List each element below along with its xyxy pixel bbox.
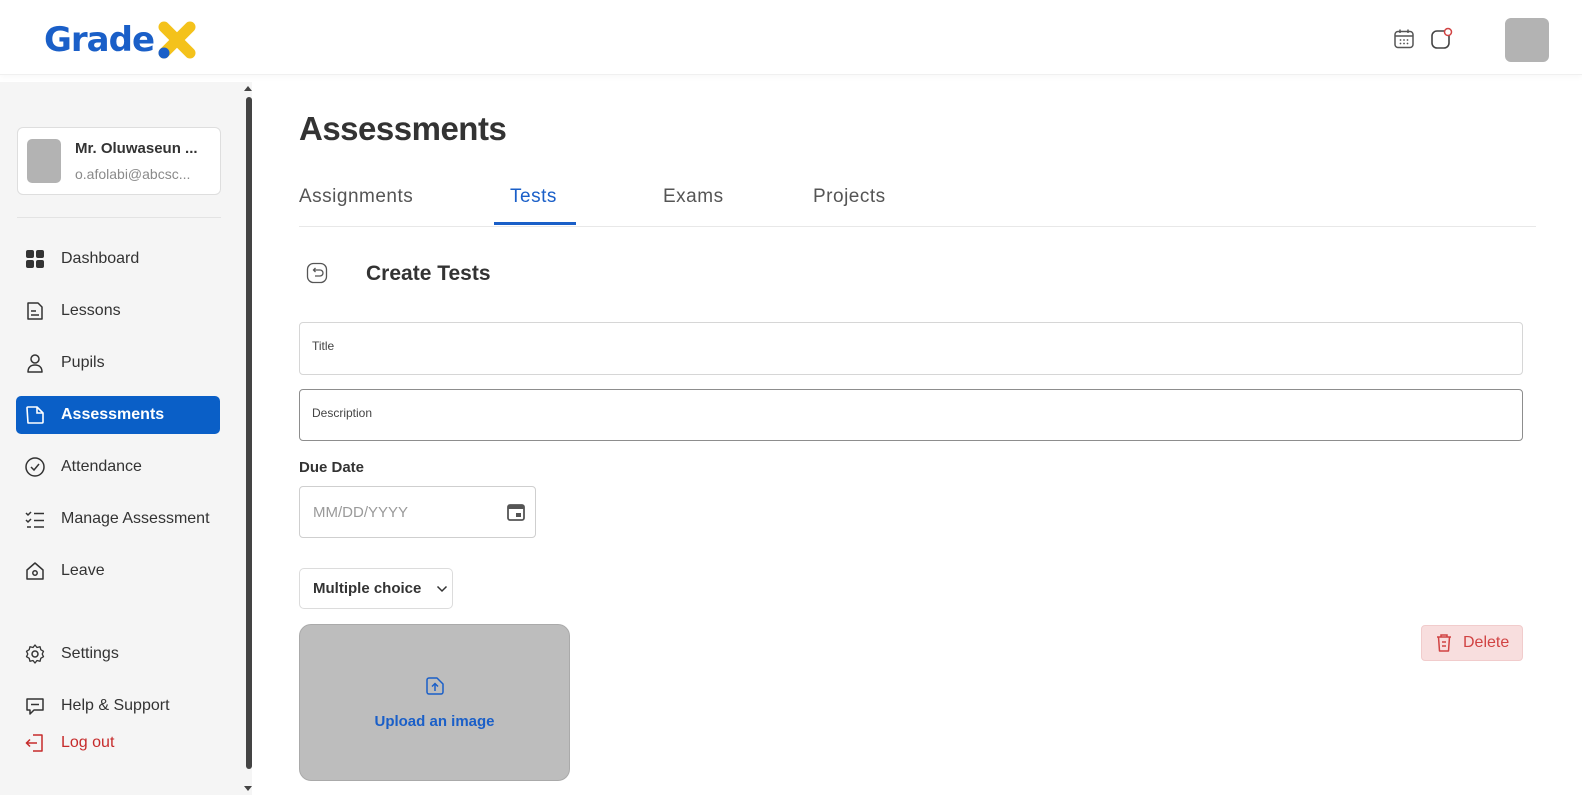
sidebar-item-label: Manage Assessment [61, 510, 210, 527]
notification-icon[interactable] [1429, 27, 1453, 51]
assessment-icon [24, 404, 46, 426]
upload-image-area[interactable]: Upload an image [299, 624, 570, 781]
logo-x-icon [158, 21, 196, 59]
sidebar-item-label: Pupils [61, 354, 105, 371]
sidebar-item-label: Assessments [61, 406, 165, 423]
page-title: Assessments [299, 110, 507, 147]
delete-button[interactable]: Delete [1421, 625, 1523, 661]
tab-assignments[interactable]: Assignments [299, 186, 413, 208]
sidebar-item-logout[interactable]: Log out [16, 724, 220, 762]
user-icon [24, 352, 46, 374]
due-date-input[interactable]: MM/DD/YYYY [299, 486, 536, 538]
top-bar: Grade [0, 0, 1582, 75]
delete-label: Delete [1463, 634, 1510, 651]
scroll-up-arrow[interactable] [244, 86, 252, 91]
due-date-label: Due Date [299, 459, 365, 476]
sidebar-item-manage-assessment[interactable]: Manage Assessment [16, 500, 220, 538]
active-tab-indicator [494, 222, 576, 225]
sidebar-item-assessments[interactable]: Assessments [16, 396, 220, 434]
due-date-placeholder: MM/DD/YYYY [313, 504, 409, 521]
section-title: Create Tests [366, 262, 491, 285]
trash-icon [1437, 634, 1451, 652]
profile-email: o.afolabi@abcsc... [75, 166, 191, 182]
grid-icon [24, 248, 46, 270]
document-icon [24, 300, 46, 322]
sidebar-item-label: Leave [61, 562, 105, 579]
question-type-select[interactable]: Multiple choice [299, 568, 453, 609]
calendar-icon[interactable] [1392, 27, 1416, 51]
user-avatar[interactable] [1505, 18, 1549, 62]
sidebar-item-pupils[interactable]: Pupils [16, 344, 220, 382]
assessment-tabs: Assignments Tests Exams Projects [299, 178, 1536, 227]
scroll-down-arrow[interactable] [244, 786, 252, 791]
title-input[interactable]: Title [299, 322, 1523, 375]
title-field-label: Title [312, 339, 335, 353]
sidebar-item-dashboard[interactable]: Dashboard [16, 240, 220, 278]
sidebar-scrollbar[interactable] [246, 97, 252, 769]
gear-icon [24, 643, 46, 665]
sidebar-divider [17, 217, 221, 218]
chat-icon [24, 695, 46, 717]
checklist-icon [24, 508, 46, 530]
logo-text: Grade [44, 20, 155, 60]
description-input[interactable]: Description [299, 389, 1523, 441]
tab-tests[interactable]: Tests [510, 186, 557, 208]
calendar-picker-icon[interactable] [506, 502, 526, 522]
check-circle-icon [24, 456, 46, 478]
sidebar-item-label: Log out [61, 734, 115, 751]
sidebar-item-label: Dashboard [61, 250, 140, 267]
sidebar-item-label: Settings [61, 645, 119, 662]
sidebar-item-leave[interactable]: Leave [16, 552, 220, 590]
profile-avatar [27, 139, 61, 183]
chevron-down-icon [436, 585, 448, 593]
question-type-value: Multiple choice [313, 580, 422, 597]
gradex-logo[interactable]: Grade [44, 20, 198, 60]
profile-card[interactable]: Mr. Oluwaseun ... o.afolabi@abcsc... [17, 127, 221, 195]
tab-projects[interactable]: Projects [813, 186, 886, 208]
upload-icon [426, 677, 444, 695]
home-icon [24, 560, 46, 582]
upload-label: Upload an image [374, 713, 495, 730]
sidebar-item-settings[interactable]: Settings [16, 635, 220, 673]
profile-name: Mr. Oluwaseun ... [75, 140, 198, 157]
sidebar-item-lessons[interactable]: Lessons [16, 292, 220, 330]
back-icon[interactable] [306, 262, 328, 284]
description-field-label: Description [312, 406, 373, 420]
sidebar-item-label: Lessons [61, 302, 121, 319]
sidebar-item-label: Attendance [61, 458, 142, 475]
sidebar-item-help[interactable]: Help & Support [16, 687, 220, 725]
sidebar-item-label: Help & Support [61, 697, 170, 714]
sidebar-item-attendance[interactable]: Attendance [16, 448, 220, 486]
logout-icon [24, 732, 46, 754]
tab-exams[interactable]: Exams [663, 186, 724, 208]
